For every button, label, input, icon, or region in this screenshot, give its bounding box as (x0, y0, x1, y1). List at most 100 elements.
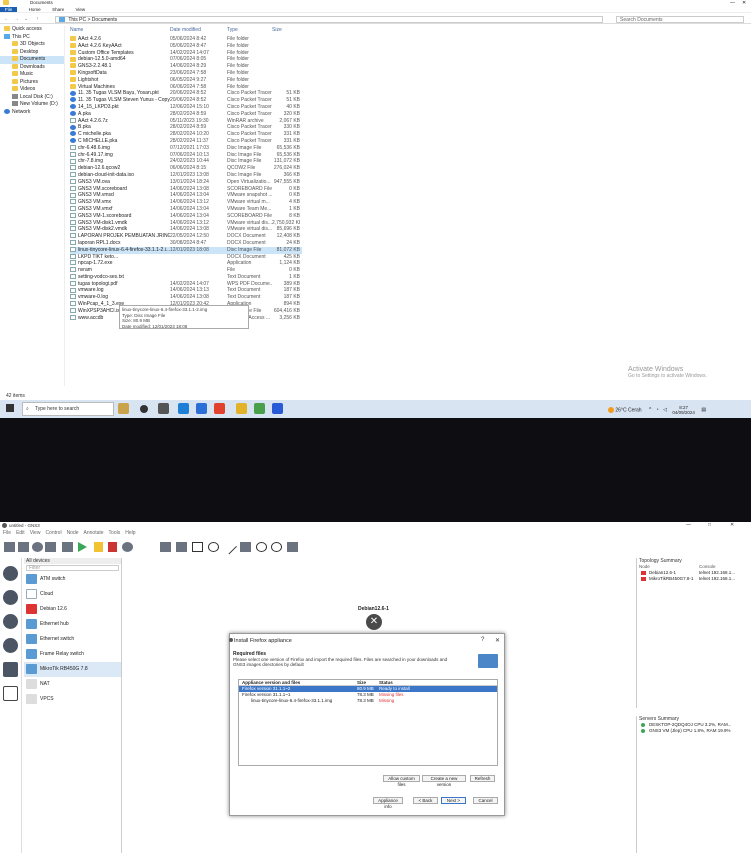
ribbon-tab-home[interactable]: Home (29, 7, 41, 12)
browse-switches-icon[interactable] (3, 590, 18, 605)
device-item[interactable]: ATM switch (24, 572, 121, 587)
maximize-button[interactable]: □ (708, 522, 711, 528)
file-row[interactable]: setting-vodco-ses.txt Text Document 1 KB (70, 274, 302, 281)
file-row[interactable]: Virtual Machines 06/06/2024 7:58 File fold… (70, 84, 302, 91)
file-row[interactable]: C MICHELLE.pka 28/02/2024 11:37 Cisco Pack… (70, 138, 302, 145)
file-row[interactable]: GNS3 VM.ova 13/01/2024 18:24 Open Virtuali… (70, 179, 302, 186)
clock-icon[interactable] (32, 542, 43, 552)
edge-icon[interactable] (178, 403, 189, 414)
file-row[interactable]: debian-12.6.qcow2 06/06/2024 8:15 QCOW2 Fi… (70, 165, 302, 172)
up-arrow-icon[interactable]: ↑ (36, 16, 39, 22)
file-row[interactable]: linux-tinycore-linux-6.4-firefox-33.1.1-… (70, 246, 302, 254)
column-name[interactable]: Name (70, 27, 83, 33)
open-folder-icon[interactable] (4, 542, 15, 552)
cancel-button[interactable]: Cancel (473, 797, 498, 804)
dialog-close-button[interactable]: ✕ (495, 637, 500, 644)
nav-item[interactable]: Downloads (0, 64, 64, 72)
file-row[interactable]: 11. 35 Tugas VLSM Bayu, Yosan.pkt 20/06/2… (70, 90, 302, 97)
file-row[interactable]: chr-6.49.17.img 07/06/2024 10:13 Disc Imag… (70, 152, 302, 159)
menu-control[interactable]: Control (45, 530, 61, 536)
file-row[interactable]: LAPORAN PROJEK PEMBUATAN JRINGN H...22/0… (70, 233, 302, 240)
app-icon-blue[interactable] (272, 403, 283, 414)
speaker-icon[interactable]: ◁ (663, 407, 667, 413)
rectangle-icon[interactable] (192, 542, 203, 552)
breadcrumb-this-pc[interactable]: This PC (68, 17, 86, 23)
file-row[interactable]: GNS3 VM.scoreboard 14/06/2024 13:08 SCOREB… (70, 186, 302, 193)
file-row[interactable]: vmware.log 14/06/2024 13:13 Text Document 1… (70, 287, 302, 294)
cortana-icon[interactable] (140, 405, 148, 413)
ribbon-tab-share[interactable]: Share (52, 7, 64, 12)
file-row[interactable]: chr-7.8.img 24/02/2023 10:44 Disc Image Fi… (70, 158, 302, 165)
allow-custom-files-checkbox[interactable]: Allow custom files (383, 775, 420, 787)
browse-routers-icon[interactable] (3, 566, 18, 581)
suspend-all-icon[interactable] (94, 542, 103, 552)
menu-file[interactable]: File (3, 530, 11, 536)
file-row[interactable]: GNS3 VM-disk2.vmdk 14/06/2024 13:08 VMware… (70, 226, 302, 233)
file-row[interactable]: GNS3 VM.vmsd 14/06/2024 13:04 VMware snaps… (70, 192, 302, 199)
file-row[interactable]: B.pka 28/02/2024 8:59 Cisco Packet Tracer 3… (70, 124, 302, 131)
back-button[interactable]: < Back (413, 797, 438, 804)
weather-text[interactable]: 26°C Cerah (615, 407, 641, 413)
file-row[interactable]: Custom Office Templates 14/02/2024 14:07 F… (70, 50, 302, 57)
nav-item[interactable]: Videos (0, 86, 64, 94)
windows-start-icon[interactable] (6, 404, 14, 412)
line-icon[interactable] (222, 539, 237, 555)
column-date[interactable]: Date modified (170, 27, 201, 33)
file-row[interactable]: GNS3 VM.vmxf 14/06/2024 13:04 VMware Team … (70, 206, 302, 213)
add-link-icon[interactable] (3, 686, 18, 701)
network-icon[interactable]: ◔ (656, 407, 659, 413)
gns3-taskbar-icon[interactable] (254, 403, 265, 414)
file-row[interactable]: AAct 4.2.6.7z 05/11/2023 19:30 WinRAR arch… (70, 118, 302, 125)
file-row[interactable]: tugas topologi.pdf 14/02/2024 14:07 WPS PD… (70, 281, 302, 288)
file-row[interactable]: C michelle.pka 28/02/2024 10:20 Cisco Pack… (70, 131, 302, 138)
nav-item[interactable]: This PC (0, 34, 64, 42)
browse-all-devices-icon[interactable] (3, 662, 18, 677)
file-row[interactable]: GNS3 VM-disk1.vmdk 14/06/2024 13:12 VMware… (70, 220, 302, 227)
image-icon[interactable] (176, 542, 187, 552)
breadcrumb-documents[interactable]: Documents (92, 17, 117, 23)
device-item[interactable]: Ethernet switch (24, 632, 121, 647)
minimize-button[interactable]: — (686, 522, 691, 528)
menu-help[interactable]: Help (125, 530, 135, 536)
server-row[interactable]: GNS3 VM (Jlep) CPU 1.8%, RAM 19.9% (637, 728, 751, 734)
file-row[interactable]: debian-cloud-init-data.iso 12/01/2023 13:… (70, 172, 302, 179)
refresh-button[interactable]: Refresh (470, 775, 495, 782)
snapshot-icon[interactable] (45, 542, 56, 552)
file-row[interactable]: vmware-0.log 14/06/2024 13:08 Text Documen… (70, 294, 302, 301)
menu-tools[interactable]: Tools (109, 530, 121, 536)
ribbon-tab-file[interactable]: File (0, 7, 18, 12)
taskbar-search-input[interactable]: ⌕ Type here to search (22, 402, 114, 416)
device-item[interactable]: NAT (24, 677, 121, 692)
column-type[interactable]: Type (227, 27, 238, 33)
file-row[interactable]: GNS3 VM.vmx 14/06/2024 13:12 VMware virtua… (70, 199, 302, 206)
browse-security-icon[interactable] (3, 638, 18, 653)
device-item[interactable]: VPCS (24, 692, 121, 707)
file-row[interactable]: A.pka 28/02/2024 8:59 Cisco Packet Tracer 3… (70, 111, 302, 118)
file-row[interactable]: debian-12.5.0-amd64 07/06/2024 8:05 File f… (70, 56, 302, 63)
minimize-button[interactable]: — (730, 0, 735, 6)
nav-item[interactable]: Documents (0, 56, 64, 64)
stop-all-icon[interactable] (108, 542, 117, 552)
ellipse-icon[interactable] (208, 542, 219, 552)
topology-row[interactable]: MikroTikRB450G7.8-1 telnet 192.168.1... (637, 576, 751, 582)
notification-icon[interactable]: ▤ (701, 407, 706, 413)
screenshot-icon[interactable] (287, 542, 298, 552)
nav-item[interactable]: Local Disk (C:) (0, 94, 64, 102)
search-input[interactable]: Search Documents (616, 16, 744, 23)
file-row[interactable]: Lightshot 06/05/2024 9:27 File folder (70, 77, 302, 84)
file-row[interactable]: chr-6.48.6.img 07/12/2021 17:03 Disc Image… (70, 145, 302, 152)
file-explorer-taskbar-icon[interactable] (236, 403, 247, 414)
menu-annotate[interactable]: Annotate (84, 530, 104, 536)
menu-edit[interactable]: Edit (16, 530, 25, 536)
menu-view[interactable]: View (30, 530, 41, 536)
appliance-info-button[interactable]: Appliance info (373, 797, 403, 809)
nav-item[interactable]: Desktop (0, 49, 64, 57)
file-row[interactable]: nvram File 0 KB (70, 267, 302, 274)
folder-icon[interactable] (18, 542, 29, 552)
lock-icon[interactable] (240, 542, 251, 552)
column-size[interactable]: Size (272, 27, 282, 33)
browser-icon[interactable] (196, 403, 207, 414)
file-row[interactable]: 14_15_LKPD3.pkt 12/06/2024 15:10 Cisco Pac… (70, 104, 302, 111)
device-item[interactable]: Ethernet hub (24, 617, 121, 632)
task-view-icon[interactable] (158, 403, 169, 414)
